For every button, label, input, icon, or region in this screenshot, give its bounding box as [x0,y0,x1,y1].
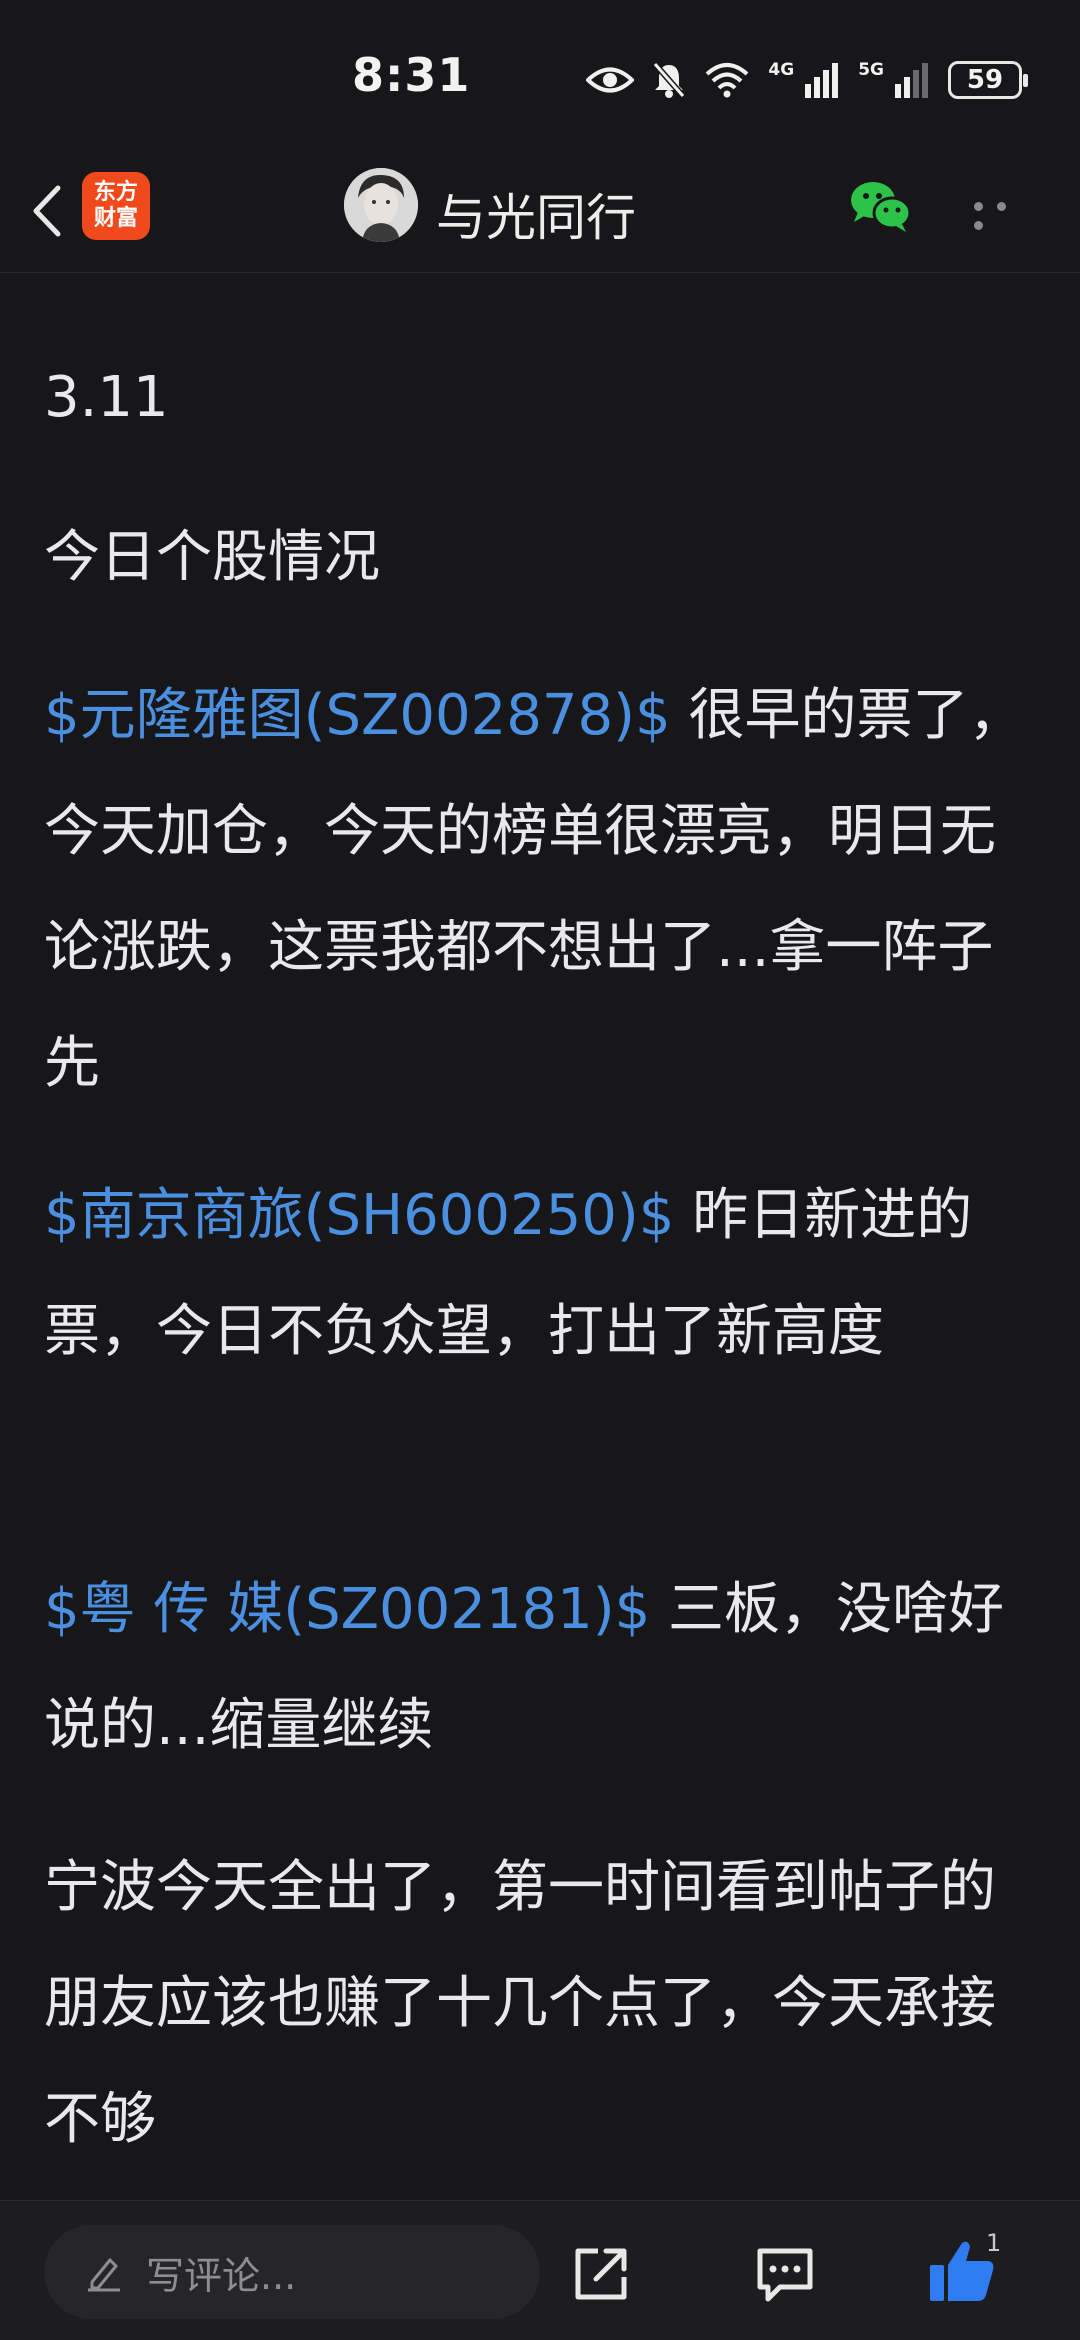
author-name[interactable]: 与光同行 [436,178,636,250]
comment-placeholder: 写评论... [146,2253,297,2298]
wechat-share-icon[interactable] [848,178,912,234]
bottom-action-bar: 写评论... 1 [0,2200,1080,2340]
status-time: 8:31 [352,48,471,102]
pen-icon [88,2258,120,2292]
logo-line-2: 财富 [93,206,138,231]
status-icons: 4G 5G 59 [586,56,1028,104]
stock-link-nanjing[interactable]: $南京商旅(SH600250)$ [44,1183,674,1248]
eye-icon [586,67,635,93]
app-logo[interactable]: 东方 财富 [82,172,150,240]
stock-link-yuechuanmei[interactable]: $粤 传 媒(SZ002181)$ [44,1577,650,1642]
battery-indicator: 59 [948,61,1028,99]
avatar-portrait-icon [344,168,418,242]
top-nav-bar: 东方 财富 与光同行 [0,150,1080,273]
comments-icon[interactable] [754,2245,816,2303]
bell-muted-icon [653,62,686,98]
stock-link-yuanlong[interactable]: $元隆雅图(SZ002878)$ [44,683,671,748]
post-paragraph: $南京商旅(SH600250)$ 昨日新进的票，今日不负众望，打出了新高度 [44,1158,1044,1390]
more-options-icon[interactable] [974,196,1032,230]
logo-line-1: 东方 [93,180,138,205]
post-paragraph: $元隆雅图(SZ002878)$ 很早的票了，今天加仓，今天的榜单很漂亮，明日无… [44,658,1044,1122]
signal-5g-icon [895,63,928,98]
comment-input[interactable]: 写评论... [44,2225,540,2319]
post-closing: 宁波今天全出了，第一时间看到帖子的朋友应该也赚了十几个点了，今天承接不够 [44,1855,996,2152]
signal-4g-icon [805,63,839,98]
status-bar: 8:31 4G 5G 59 [0,0,1080,150]
network-4g-label: 4G [768,60,795,80]
network-5g-label: 5G [858,60,884,80]
post-paragraph: $粤 传 媒(SZ002181)$ 三板，没啥好说的...缩量继续 [44,1552,1044,1784]
wifi-icon [706,63,749,98]
post-date: 3.11 [44,365,169,430]
like-count: 1 [986,2229,1002,2257]
post-heading: 今日个股情况 [44,525,380,590]
author-avatar[interactable] [344,168,418,242]
share-icon[interactable] [572,2245,630,2303]
post-page: 8:31 4G 5G 59 东方 财富 与光同行 3.11 今日个股情况 $元隆… [0,0,1080,2340]
back-arrow-icon[interactable] [22,176,72,246]
